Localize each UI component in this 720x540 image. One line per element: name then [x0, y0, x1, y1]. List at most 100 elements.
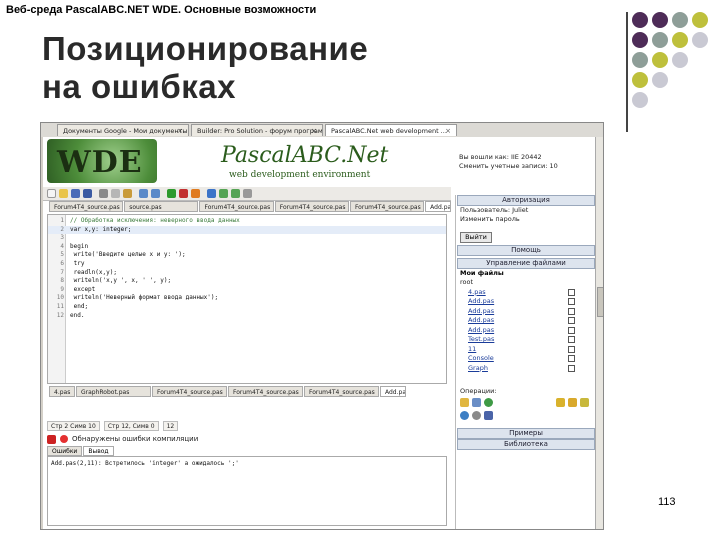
new-folder-icon[interactable]: [460, 398, 469, 407]
change-password-link[interactable]: Изменить пароль: [456, 215, 595, 224]
edit-icon[interactable]: [472, 398, 481, 407]
file-tab[interactable]: Forum4T4_source.pas: [304, 386, 379, 397]
tab-errors[interactable]: Ошибки: [47, 446, 83, 456]
decor-dot-grid: [632, 12, 708, 108]
vertical-scrollbar[interactable]: [595, 137, 603, 529]
file-item[interactable]: Add.pas: [456, 297, 595, 307]
code-line[interactable]: 12 end.: [48, 312, 446, 321]
file-tab[interactable]: Forum4T4_source.pas: [199, 201, 274, 212]
zoom-out-icon[interactable]: [231, 189, 240, 198]
stop-icon: [47, 434, 56, 444]
scrollbar-thumb[interactable]: [597, 287, 603, 317]
line-number: 3: [60, 234, 64, 242]
copy-icon[interactable]: [111, 189, 120, 198]
new-file-icon[interactable]: [47, 189, 56, 198]
user-line: Пользователь: Juliet: [460, 206, 529, 214]
file-item[interactable]: Console: [456, 354, 595, 364]
library-header[interactable]: Библиотека: [457, 439, 595, 450]
file-tab[interactable]: Forum4T4_source.pas: [228, 386, 303, 397]
redo-icon[interactable]: [151, 189, 160, 198]
code-line[interactable]: 11 end;: [48, 303, 446, 312]
file-checkbox[interactable]: [568, 345, 575, 353]
run-icon[interactable]: [167, 189, 176, 198]
undo-icon[interactable]: [139, 189, 148, 198]
examples-header[interactable]: Примеры: [457, 428, 595, 439]
browser-tab-label: Builder: Pro Solution - форум программ..…: [197, 127, 323, 135]
code-line[interactable]: 9 except: [48, 286, 446, 295]
file-tab[interactable]: Forum4T4_source.pas: [152, 386, 227, 397]
files-header[interactable]: Управление файлами: [457, 258, 595, 269]
globe-icon[interactable]: [460, 411, 469, 420]
right-panel: Авторизация Пользователь: Juliet Изменит…: [455, 195, 595, 529]
help-icon[interactable]: [207, 189, 216, 198]
file-tab[interactable]: Add.pas: [425, 201, 451, 212]
delete-icon[interactable]: [484, 411, 493, 420]
file-checkbox[interactable]: [568, 288, 575, 296]
line-number: 1: [60, 217, 64, 224]
output-error-line[interactable]: Add.pas(2,11): Встретилось 'integer' а о…: [51, 460, 443, 467]
code-text: begin: [70, 242, 89, 250]
save-icon[interactable]: [71, 189, 80, 198]
link-icon[interactable]: [472, 411, 481, 420]
file-item[interactable]: Test.pas: [456, 335, 595, 345]
file-item[interactable]: 11: [456, 345, 595, 355]
folder-icon[interactable]: [568, 398, 577, 407]
file-checkbox[interactable]: [568, 355, 575, 362]
code-line[interactable]: 6 try: [48, 260, 446, 269]
code-line[interactable]: 7 readln(x,y);: [48, 269, 446, 278]
decor-dot: [632, 72, 648, 88]
close-file-icon[interactable]: [243, 189, 252, 198]
zoom-in-icon[interactable]: [219, 189, 228, 198]
file-tab[interactable]: Forum4T4_source.pas: [49, 201, 124, 212]
file-checkbox[interactable]: [568, 364, 575, 372]
code-line[interactable]: 5 write('Введите целые x и y: ');: [48, 251, 446, 260]
decor-dot: [672, 32, 688, 48]
refresh-icon[interactable]: [484, 398, 493, 407]
browser-tab[interactable]: × Builder: Pro Solution - форум программ.…: [191, 124, 323, 136]
file-checkbox[interactable]: [568, 336, 575, 343]
file-item[interactable]: Add.pas: [456, 316, 595, 326]
file-item[interactable]: Graph: [456, 364, 595, 374]
code-line[interactable]: 3: [48, 234, 446, 243]
code-line[interactable]: 1 // Обработка исключения: неверного ввод…: [48, 217, 446, 226]
file-checkbox[interactable]: [568, 317, 575, 324]
file-tab[interactable]: Forum4T4_source.pas: [274, 201, 349, 212]
paste-icon[interactable]: [123, 189, 132, 198]
browser-tab[interactable]: × Документы Google - Мои документы: [57, 124, 189, 136]
cut-icon[interactable]: [99, 189, 108, 198]
file-tab[interactable]: 4.pas: [49, 386, 75, 397]
code-line[interactable]: 4 begin: [48, 243, 446, 252]
tab-output[interactable]: Вывод: [83, 446, 114, 456]
code-text: try: [70, 260, 85, 267]
file-checkbox[interactable]: [568, 326, 575, 334]
folder-check-icon[interactable]: [580, 398, 589, 407]
file-checkbox[interactable]: [568, 298, 575, 305]
compile-icon[interactable]: [191, 189, 200, 198]
file-tab[interactable]: Add.pas: [380, 386, 406, 397]
code-editor[interactable]: 1 // Обработка исключения: неверного ввод…: [47, 214, 447, 384]
help-header[interactable]: Помощь: [457, 245, 595, 256]
file-item-label: 11: [468, 344, 477, 353]
file-item[interactable]: Add.pas: [456, 307, 595, 317]
star-folder-icon[interactable]: [556, 398, 565, 407]
file-checkbox[interactable]: [568, 307, 575, 315]
code-line[interactable]: 2 var x,y: integer;: [48, 225, 446, 235]
browser-tab[interactable]: × PascalABC.Net web development ...: [325, 124, 457, 136]
code-line[interactable]: 10 writeln('Неверный формат ввода данных…: [48, 294, 446, 303]
decor-dot: [692, 12, 708, 28]
file-tab[interactable]: GraphRobot.pas: [76, 386, 151, 397]
file-root[interactable]: root: [456, 278, 595, 288]
file-item[interactable]: Add.pas: [456, 326, 595, 336]
auth-header[interactable]: Авторизация: [457, 195, 595, 206]
stop-icon[interactable]: [179, 189, 188, 198]
file-item[interactable]: 4.pas: [456, 288, 595, 298]
save-all-icon[interactable]: [83, 189, 92, 198]
decor-dot: [672, 52, 688, 68]
file-tab[interactable]: Forum4T4_source.pas: [349, 201, 425, 212]
wde-page: WDE PascalABC.Net web development enviro…: [43, 137, 595, 529]
open-folder-icon[interactable]: [59, 189, 68, 198]
code-line[interactable]: 8 writeln('x,y ', x, ' ', y);: [48, 277, 446, 286]
file-tab[interactable]: source.pas: [124, 201, 199, 212]
logout-button[interactable]: Выйти: [460, 232, 492, 243]
file-tabs: Forum4T4_source.pas source.pas Forum4T4_so…: [43, 201, 451, 213]
